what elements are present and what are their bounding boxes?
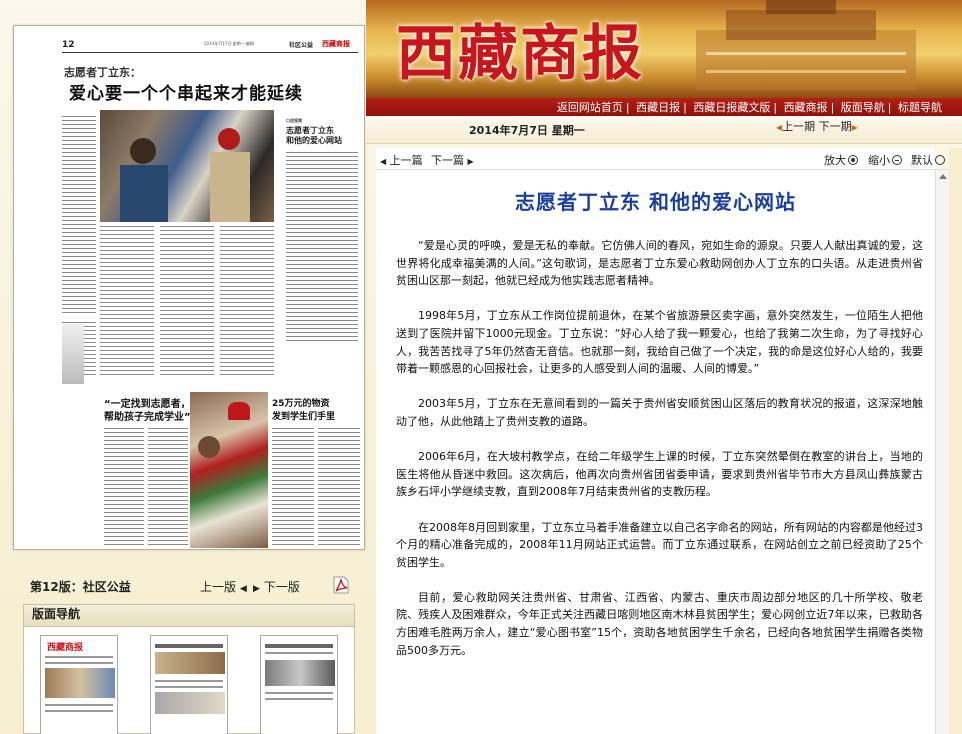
article-panel: ◀ 上一篇 下一篇 ▶ 放大 缩小 默认 志愿者丁立东 和他的爱心网站 “爱是心… [376, 148, 951, 734]
nav-tibet-business[interactable]: 西藏商报 [784, 101, 828, 114]
article-paragraph: 目前，爱心救助网关注贵州省、甘肃省、江西省、内蒙古、重庆市周边部分地区的几十所学… [396, 590, 923, 657]
next-article-label: 下一篇 [431, 154, 464, 167]
nav-separator: | [683, 101, 687, 114]
date-bar: 2014年7月7日 星期一 ◀上一期 下一期▶ [366, 116, 962, 144]
zoom-out-icon [892, 155, 902, 165]
text-column [100, 226, 154, 376]
box-title: 志愿者丁立东 和他的爱心网站 [286, 126, 342, 145]
side-graphic [62, 324, 84, 384]
divider [62, 52, 358, 53]
nav-separator: | [773, 101, 778, 114]
article-paragraph: 2006年6月，在大坡村教学点，在给二年级学生上课的时候，丁立东突然晕倒在教室的… [396, 450, 923, 499]
text-column [62, 116, 96, 316]
zoom-default-label: 默认 [911, 154, 933, 167]
nav-separator: | [830, 101, 835, 114]
nav-layout[interactable]: 版面导航 [841, 101, 885, 114]
issue-nav: ◀上一期 下一期▶ [776, 118, 858, 134]
epaper-window: 12 2014年7月7日 星期一 编辑 社区公益 西藏商报 志愿者丁立东： 爱心… [0, 0, 962, 734]
page-section: 社区公益 [289, 42, 314, 49]
article-paragraph: “爱是心灵的呼唤，爱是无私的奉献。它仿佛人间的春风，宛如生命的源泉。只要人人献出… [396, 239, 923, 288]
prev-page-link[interactable]: 上一版 ◀ [200, 578, 247, 595]
site-nav-links: 返回网站首页 | 西藏日报 | 西藏日报藏文版 | 西藏商报 | 版面导航 | 标题导航 [557, 99, 942, 115]
masthead-title: 西藏商报 [396, 19, 644, 89]
page-thumbnail[interactable] [260, 635, 338, 734]
next-page-link[interactable]: ▶ 下一版 [253, 578, 300, 595]
nav-home[interactable]: 返回网站首页 [557, 101, 623, 114]
nav-tibet-daily[interactable]: 西藏日报 [636, 101, 680, 114]
nav-titles[interactable]: 标题导航 [898, 101, 942, 114]
prev-article-link[interactable]: ◀ 上一篇 [380, 152, 423, 168]
article-photo [190, 392, 268, 548]
thumb-brand: 西藏商报 [47, 643, 84, 653]
page-headline: 爱心要一个个串起来才能延续 [69, 84, 303, 104]
next-page-label: 下一版 [263, 580, 300, 594]
zoom-in-label: 放大 [824, 154, 846, 167]
right-arrow-icon: ▶ [467, 157, 474, 166]
page-kicker: 志愿者丁立东： [64, 66, 141, 79]
page-thumbnail[interactable]: 西藏商报 [40, 635, 118, 734]
zoom-out-label: 缩小 [868, 154, 890, 167]
text-column [318, 428, 360, 548]
page-number: 12 [62, 40, 75, 50]
zoom-default-button[interactable]: 默认 [911, 152, 945, 168]
scroll-up-icon[interactable] [939, 174, 947, 179]
box-tag: 口述视频 [286, 118, 302, 123]
text-column [286, 152, 358, 342]
right-arrow-icon: ▶ [851, 123, 858, 132]
current-page-label: 第12版：社区公益 [30, 580, 131, 594]
radio-icon [935, 155, 945, 165]
next-article-link[interactable]: 下一篇 ▶ [431, 152, 474, 168]
zoom-in-icon [848, 155, 858, 165]
article-photo [100, 110, 274, 222]
page-header-meta: 2014年7月7日 星期一 编辑 [204, 41, 254, 46]
text-column [148, 428, 188, 548]
mid-headline: “一定找到志愿者， 帮助孩子完成学业” [104, 399, 191, 423]
nav-separator: | [625, 101, 630, 114]
newspaper-page-image[interactable]: 12 2014年7月7日 星期一 编辑 社区公益 西藏商报 志愿者丁立东： 爱心… [13, 25, 365, 550]
zoom-out-button[interactable]: 缩小 [868, 152, 902, 168]
article-toolbar: ◀ 上一篇 下一篇 ▶ 放大 缩小 默认 [376, 148, 951, 170]
prev-issue-link[interactable]: 上一期 [782, 120, 815, 133]
right-gutter [949, 148, 962, 734]
prev-article-label: 上一篇 [389, 154, 423, 167]
page-thumbnail[interactable] [150, 635, 228, 734]
left-arrow-icon: ◀ [380, 157, 387, 166]
layout-nav-panel: 版面导航 西藏商报 [23, 604, 355, 734]
issue-date: 2014年7月7日 星期一 [469, 124, 585, 137]
page-brand: 西藏商报 [322, 39, 350, 48]
masthead-banner: 西藏商报 [366, 0, 962, 98]
article-scrollbar[interactable] [935, 170, 949, 734]
site-nav-bar: 返回网站首页 | 西藏日报 | 西藏日报藏文版 | 西藏商报 | 版面导航 | 标题导航 [366, 98, 962, 116]
text-column [104, 428, 144, 548]
zoom-in-button[interactable]: 放大 [824, 152, 858, 168]
next-issue-link[interactable]: 下一期 [819, 120, 852, 133]
right-arrow-icon: ▶ [253, 584, 260, 594]
article-paragraph: 1998年5月，丁立东从工作岗位提前退休，在某个省旅游景区卖字画，意外突然发生，… [396, 309, 923, 376]
article-body: “爱是心灵的呼唤，爱是无私的奉献。它仿佛人间的春风，宛如生命的源泉。只要人人献出… [396, 237, 923, 677]
article-paragraph: 在2008年8月回到家里，丁立东立马着手准备建立以自己名字命名的网站，所有网站的… [396, 520, 923, 569]
article-paragraph: 2003年5月，丁立东在无意间看到的一篇关于贵州省安顺贫困山区落后的教育状况的报… [396, 397, 923, 428]
nav-tibet-daily-tibetan[interactable]: 西藏日报藏文版 [693, 101, 770, 114]
nav-separator: | [887, 101, 892, 114]
text-column [272, 428, 314, 548]
prev-page-label: 上一版 [200, 580, 237, 594]
text-column [160, 226, 214, 376]
pdf-icon[interactable] [333, 576, 349, 594]
text-column [220, 226, 274, 376]
nav-panel-title: 版面导航 [24, 605, 354, 627]
right-headline: 25万元的物资 发到学生们手里 [272, 399, 336, 422]
article-title: 志愿者丁立东 和他的爱心网站 [515, 190, 796, 214]
left-arrow-icon: ◀ [239, 584, 247, 594]
